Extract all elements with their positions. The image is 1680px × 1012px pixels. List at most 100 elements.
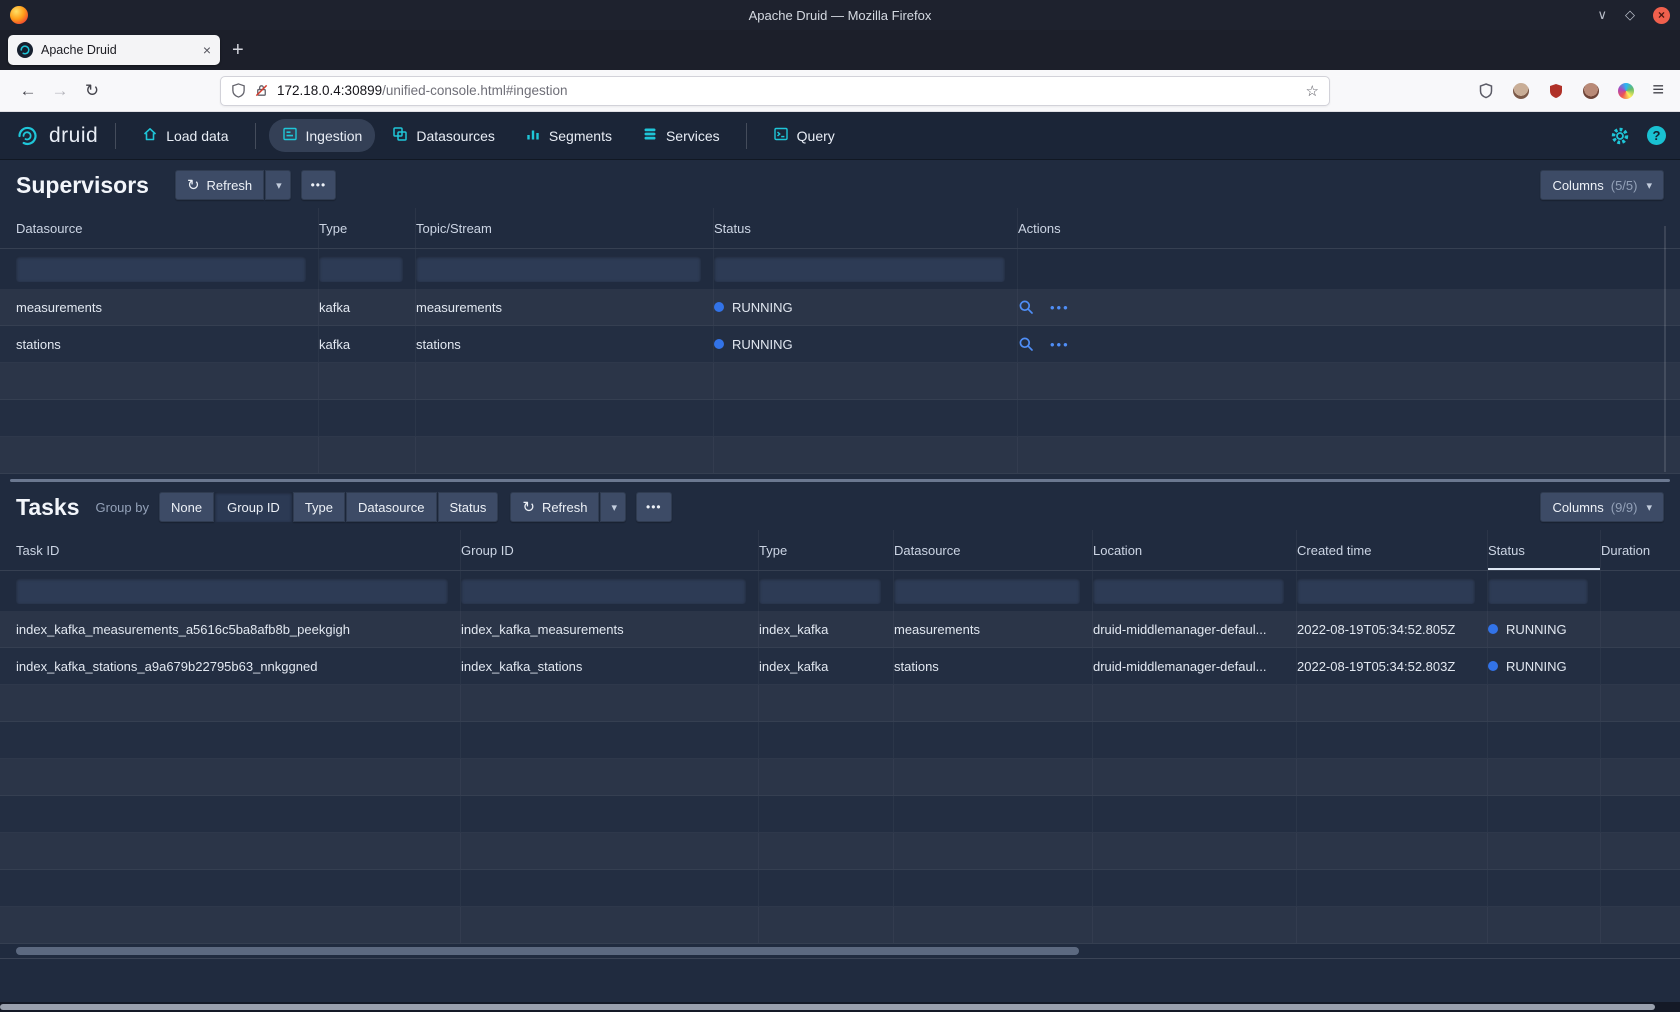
filter-datasource-input[interactable] bbox=[894, 578, 1080, 604]
bookmark-star-icon[interactable]: ☆ bbox=[1306, 82, 1319, 100]
filter-datasource-input[interactable] bbox=[16, 256, 306, 282]
help-icon[interactable]: ? bbox=[1647, 126, 1666, 145]
table-row[interactable]: index_kafka_stations_a9a679b22795b63_nnk… bbox=[0, 648, 1680, 685]
magnifier-icon[interactable] bbox=[1018, 299, 1034, 315]
url-bar[interactable]: 172.18.0.4:30899/unified-console.html#in… bbox=[220, 76, 1330, 106]
back-icon[interactable]: ← bbox=[12, 76, 44, 106]
filter-created-time-input[interactable] bbox=[1297, 578, 1475, 604]
filter-task-id-input[interactable] bbox=[16, 578, 448, 604]
cell-created-time: 2022-08-19T05:34:52.805Z bbox=[1297, 611, 1488, 647]
filter-location-input[interactable] bbox=[1093, 578, 1284, 604]
column-header-status[interactable]: Status bbox=[714, 208, 1018, 248]
supervisors-columns-button[interactable]: Columns (5/5) ▾ bbox=[1540, 170, 1664, 200]
column-header-location[interactable]: Location bbox=[1093, 530, 1297, 570]
table-row[interactable]: measurements kafka measurements RUNNING … bbox=[0, 289, 1680, 326]
tab-datasources[interactable]: Datasources bbox=[379, 119, 508, 152]
supervisors-vscrollbar[interactable] bbox=[1664, 226, 1666, 472]
magnifier-icon[interactable] bbox=[1018, 336, 1034, 352]
addon-pinwheel-icon[interactable] bbox=[1617, 82, 1635, 100]
addon-avatar2-icon[interactable] bbox=[1582, 82, 1600, 100]
tasks-hscrollbar-track bbox=[0, 958, 1680, 959]
columns-count: (5/5) bbox=[1611, 178, 1638, 193]
row-more-icon[interactable]: ••• bbox=[1050, 337, 1070, 352]
group-by-group-id-button[interactable]: Group ID bbox=[215, 492, 292, 522]
new-tab-button[interactable]: + bbox=[232, 40, 244, 60]
column-header-datasource[interactable]: Datasource bbox=[894, 530, 1093, 570]
column-header-status[interactable]: Status bbox=[1488, 530, 1601, 570]
close-window-icon[interactable]: × bbox=[1653, 7, 1670, 24]
close-tab-icon[interactable]: × bbox=[203, 42, 211, 58]
cell-actions: ••• bbox=[1018, 326, 1664, 362]
gear-icon[interactable] bbox=[1610, 126, 1630, 146]
cell-type: index_kafka bbox=[759, 611, 894, 647]
tasks-refresh-caret-button[interactable]: ▾ bbox=[600, 492, 626, 522]
tasks-more-button[interactable]: ••• bbox=[636, 492, 672, 522]
empty-row bbox=[0, 400, 1680, 437]
column-header-type[interactable]: Type bbox=[319, 208, 416, 248]
cell-type: kafka bbox=[319, 326, 416, 362]
group-by-label: Group by bbox=[96, 500, 149, 515]
insecure-lock-icon[interactable] bbox=[254, 83, 269, 98]
group-by-status-button[interactable]: Status bbox=[438, 492, 499, 522]
table-row[interactable]: stations kafka stations RUNNING ••• bbox=[0, 326, 1680, 363]
tab-load-data[interactable]: Load data bbox=[129, 119, 241, 152]
addon-badge-icon[interactable] bbox=[1477, 82, 1495, 100]
column-header-duration[interactable]: Duration bbox=[1601, 530, 1664, 570]
url-host: 172.18.0.4:30899 bbox=[277, 83, 382, 98]
tab-query[interactable]: Query bbox=[760, 119, 848, 152]
tab-segments[interactable]: Segments bbox=[512, 119, 625, 152]
nav-label: Services bbox=[666, 128, 720, 144]
maximize-icon[interactable]: ◇ bbox=[1625, 7, 1635, 23]
home-icon bbox=[142, 126, 158, 145]
group-by-type-button[interactable]: Type bbox=[293, 492, 345, 522]
filter-type-input[interactable] bbox=[319, 256, 403, 282]
tab-services[interactable]: Services bbox=[629, 119, 733, 152]
tasks-hscrollbar-thumb[interactable] bbox=[16, 947, 1079, 955]
empty-row bbox=[0, 796, 1680, 833]
browser-tab[interactable]: Apache Druid × bbox=[8, 35, 220, 65]
cell-task-id: index_kafka_measurements_a5616c5ba8afb8b… bbox=[16, 611, 461, 647]
reload-icon[interactable]: ↻ bbox=[76, 76, 108, 106]
cell-group-id: index_kafka_stations bbox=[461, 648, 759, 684]
cell-type: kafka bbox=[319, 289, 416, 325]
cell-type: index_kafka bbox=[759, 648, 894, 684]
page-hscrollbar-thumb[interactable] bbox=[0, 1004, 1655, 1010]
tasks-columns-button[interactable]: Columns (9/9) ▾ bbox=[1540, 492, 1664, 522]
minimize-icon[interactable]: ∨ bbox=[1597, 7, 1607, 23]
druid-logo[interactable]: druid bbox=[14, 123, 98, 149]
segments-icon bbox=[525, 126, 541, 145]
table-row[interactable]: index_kafka_measurements_a5616c5ba8afb8b… bbox=[0, 611, 1680, 648]
shield-icon[interactable] bbox=[231, 83, 246, 98]
filter-group-id-input[interactable] bbox=[461, 578, 746, 604]
column-header-group-id[interactable]: Group ID bbox=[461, 530, 759, 570]
menu-icon[interactable]: ≡ bbox=[1652, 79, 1664, 102]
supervisors-more-button[interactable]: ••• bbox=[301, 170, 337, 200]
filter-status-input[interactable] bbox=[714, 256, 1005, 282]
column-header-datasource[interactable]: Datasource bbox=[16, 208, 319, 248]
nav-divider bbox=[115, 123, 116, 149]
addon-avatar-icon[interactable] bbox=[1512, 82, 1530, 100]
column-header-task-id[interactable]: Task ID bbox=[16, 530, 461, 570]
group-by-none-button[interactable]: None bbox=[159, 492, 214, 522]
empty-row bbox=[0, 870, 1680, 907]
filter-status-input[interactable] bbox=[1488, 578, 1588, 604]
row-more-icon[interactable]: ••• bbox=[1050, 300, 1070, 315]
column-header-actions[interactable]: Actions bbox=[1018, 208, 1664, 248]
supervisors-refresh-button[interactable]: ↻ Refresh bbox=[175, 170, 264, 200]
cell-datasource: measurements bbox=[894, 611, 1093, 647]
column-header-created-time[interactable]: Created time bbox=[1297, 530, 1488, 570]
column-header-type[interactable]: Type bbox=[759, 530, 894, 570]
console-main: Supervisors ↻ Refresh ▾ ••• Columns (5/5… bbox=[0, 160, 1680, 1012]
tasks-refresh-button[interactable]: ↻ Refresh bbox=[510, 492, 599, 522]
cell-status: RUNNING bbox=[1488, 648, 1601, 684]
supervisors-hscrollbar[interactable] bbox=[10, 479, 1670, 482]
cell-status: RUNNING bbox=[1488, 611, 1601, 647]
filter-type-input[interactable] bbox=[759, 578, 881, 604]
tab-ingestion[interactable]: Ingestion bbox=[269, 119, 376, 152]
column-header-topic[interactable]: Topic/Stream bbox=[416, 208, 714, 248]
filter-topic-input[interactable] bbox=[416, 256, 701, 282]
druid-favicon bbox=[17, 42, 33, 58]
group-by-datasource-button[interactable]: Datasource bbox=[346, 492, 436, 522]
supervisors-refresh-caret-button[interactable]: ▾ bbox=[265, 170, 291, 200]
ublock-shield-icon[interactable] bbox=[1547, 82, 1565, 100]
